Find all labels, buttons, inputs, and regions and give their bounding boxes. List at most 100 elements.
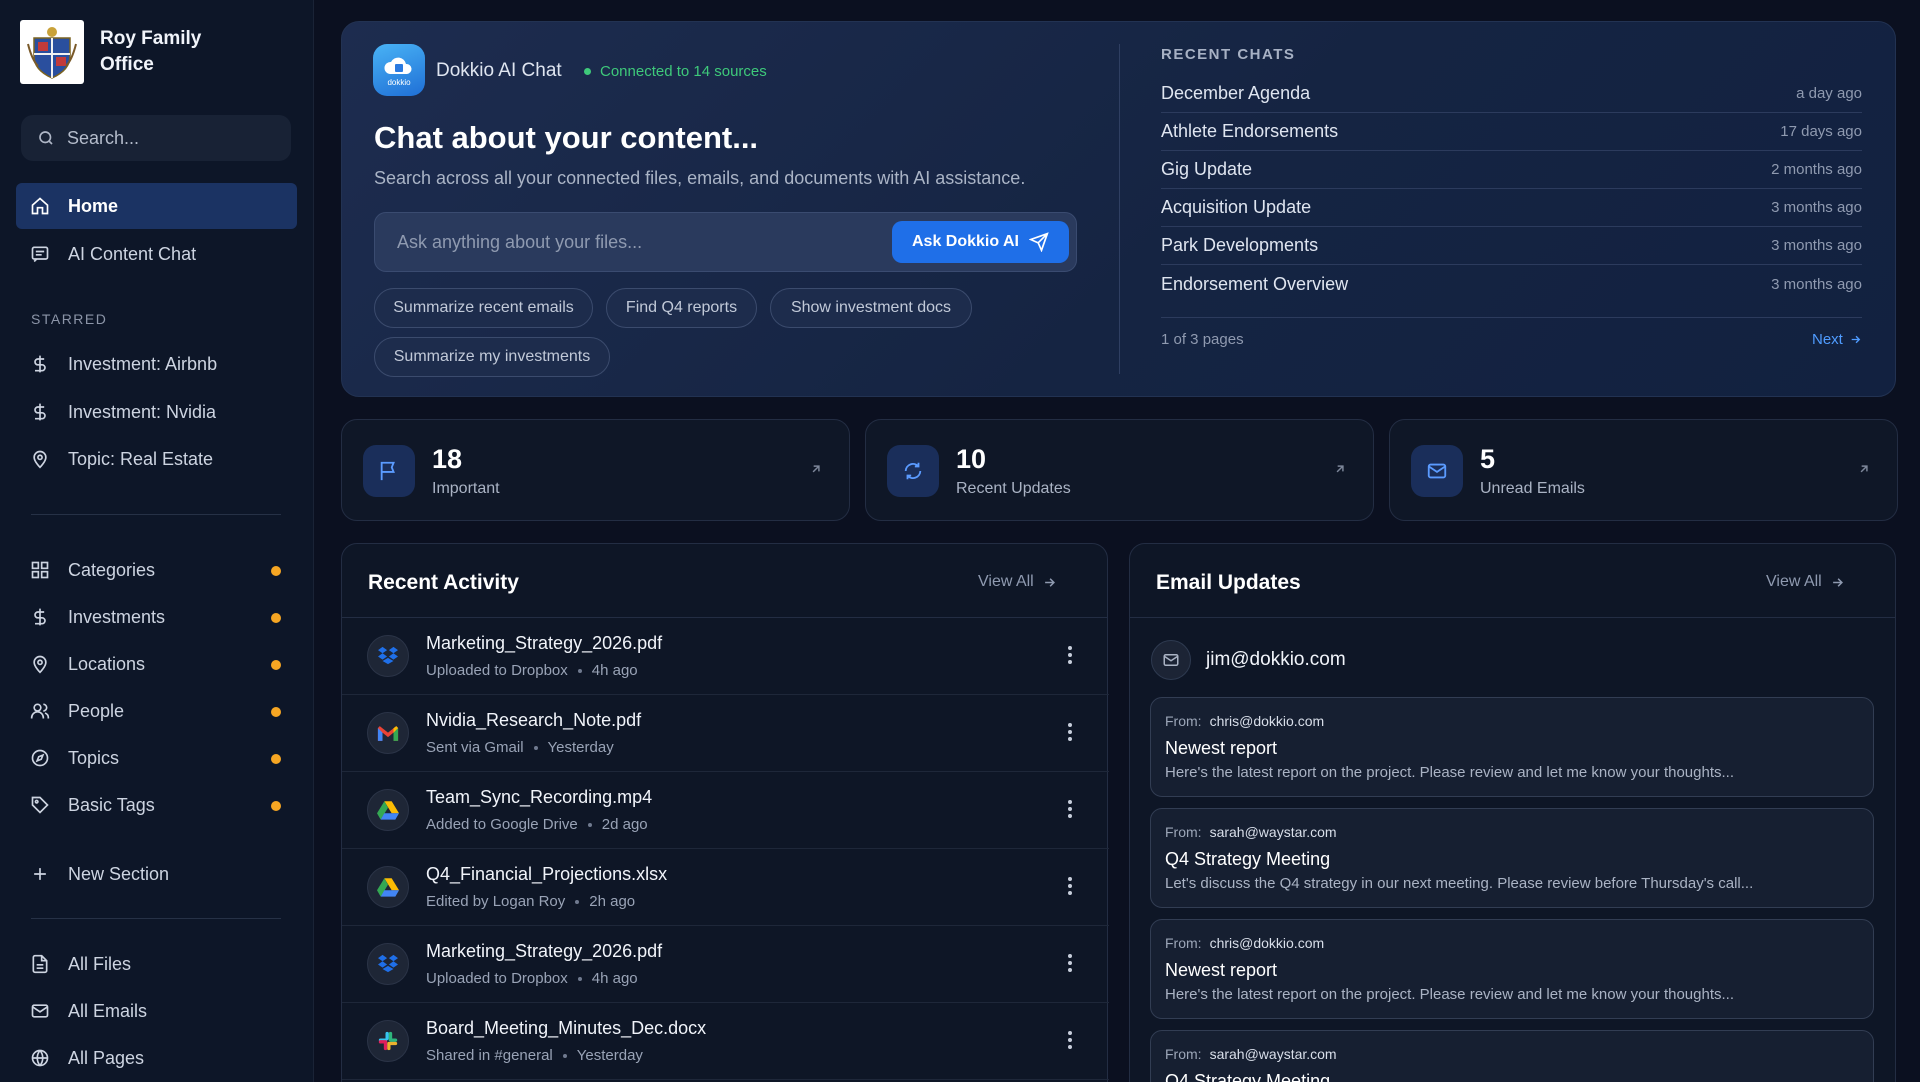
email-card[interactable]: From: chris@dokkio.com Newest report Here…: [1150, 919, 1874, 1019]
activity-row[interactable]: Nvidia_Research_Note.pdf Sent via Gmail Y…: [342, 695, 1109, 772]
file-meta: Uploaded to Dropbox 4h ago: [426, 662, 638, 679]
stat-card-unread-emails[interactable]: 5 Unread Emails: [1389, 419, 1898, 521]
nav-item-home[interactable]: Home: [16, 183, 297, 229]
ask-input[interactable]: [375, 213, 895, 271]
starred-section-label: STARRED: [31, 311, 108, 327]
suggestion-chip[interactable]: Find Q4 reports: [606, 288, 757, 328]
file-meta: Uploaded to Dropbox 4h ago: [426, 970, 638, 987]
email-card[interactable]: From: sarah@waystar.com Q4 Strategy Meeti…: [1150, 808, 1874, 908]
sidebar-item-locations[interactable]: Locations: [16, 641, 297, 687]
suggestion-chip[interactable]: Summarize recent emails: [374, 288, 593, 328]
ask-dokkio-button[interactable]: Ask Dokkio AI: [892, 221, 1069, 263]
meta-separator: [562, 1054, 567, 1059]
email-card[interactable]: From: chris@dokkio.com Newest report Here…: [1150, 697, 1874, 797]
file-meta: Edited by Logan Roy 2h ago: [426, 893, 635, 910]
sidebar-item-all-pages[interactable]: All Pages: [16, 1035, 297, 1081]
status-dot: [584, 68, 591, 75]
email-subject: Q4 Strategy Meeting: [1165, 1071, 1331, 1082]
activity-row[interactable]: Team_Sync_Recording.mp4 Added to Google …: [342, 772, 1109, 849]
email-subject: Q4 Strategy Meeting: [1165, 849, 1331, 869]
mail-icon: [30, 1001, 50, 1021]
brand[interactable]: Roy Family Office: [20, 20, 220, 84]
starred-item-nvidia[interactable]: Investment: Nvidia: [16, 389, 297, 435]
stat-card-recent-updates[interactable]: 10 Recent Updates: [865, 419, 1374, 521]
email-card[interactable]: From: sarah@waystar.com Q4 Strategy Meeti…: [1150, 1030, 1874, 1082]
view-all-activity-link[interactable]: View All: [978, 573, 1057, 591]
send-icon: [1029, 232, 1049, 252]
more-vertical-icon[interactable]: [1067, 722, 1073, 742]
activity-row[interactable]: Marketing_Strategy_2026.pdf Uploaded to …: [342, 926, 1109, 1003]
file-name: Team_Sync_Recording.mp4: [426, 787, 653, 807]
hero-subheading: Search across all your connected files, …: [374, 168, 1026, 188]
slack-icon: [367, 1020, 409, 1062]
starred-item-airbnb[interactable]: Investment: Airbnb: [16, 341, 297, 387]
more-vertical-icon[interactable]: [1067, 799, 1073, 819]
meta-separator: [577, 669, 582, 674]
nav-item-label: Home: [68, 195, 119, 216]
recent-chats-divider: [1161, 317, 1862, 318]
panel-title: Recent Activity: [368, 571, 519, 594]
compass-icon: [30, 748, 50, 768]
recent-chat-item[interactable]: Acquisition Update 3 months ago: [1161, 189, 1862, 227]
nav-item-ai-content-chat[interactable]: AI Content Chat: [16, 231, 297, 277]
file-name: Q4_Financial_Projections.xlsx: [426, 864, 668, 884]
more-vertical-icon[interactable]: [1067, 1030, 1073, 1050]
more-vertical-icon[interactable]: [1067, 645, 1073, 665]
sidebar-item-topics[interactable]: Topics: [16, 735, 297, 781]
chat-time: 3 months ago: [1771, 199, 1862, 216]
view-all-label: View All: [1766, 573, 1822, 590]
sidebar-item-investments[interactable]: Investments: [16, 594, 297, 640]
sidebar-item-label: All Emails: [68, 1000, 148, 1021]
status-dot: [271, 660, 281, 670]
recent-chat-item[interactable]: Athlete Endorsements 17 days ago: [1161, 113, 1862, 151]
sidebar-item-all-files[interactable]: All Files: [16, 941, 297, 987]
more-vertical-icon[interactable]: [1067, 876, 1073, 896]
recent-chat-item[interactable]: Park Developments 3 months ago: [1161, 227, 1862, 265]
new-section-button[interactable]: New Section: [16, 851, 297, 897]
chat-title: Acquisition Update: [1161, 197, 1312, 217]
email-account[interactable]: jim@dokkio.com: [1151, 640, 1346, 680]
file-source: Added to Google Drive: [426, 816, 578, 833]
next-page-link[interactable]: Next: [1812, 331, 1862, 348]
flag-icon: [363, 445, 415, 497]
recent-chat-item[interactable]: December Agenda a day ago: [1161, 75, 1862, 113]
sidebar-item-label: People: [68, 700, 125, 721]
dollar-icon: [30, 402, 50, 422]
from-label: From:: [1165, 824, 1202, 840]
sidebar-item-categories[interactable]: Categories: [16, 547, 297, 593]
stat-value: 5: [1480, 444, 1496, 474]
connection-status-text: Connected to 14 sources: [600, 63, 767, 80]
from-address: sarah@waystar.com: [1209, 824, 1337, 840]
file-meta: Shared in #general Yesterday: [426, 1047, 643, 1064]
search-icon: [39, 131, 53, 145]
sidebar-item-label: Categories: [68, 559, 156, 580]
starred-item-label: Investment: Airbnb: [68, 353, 218, 374]
activity-row[interactable]: Marketing_Strategy_2026.pdf Uploaded to …: [342, 618, 1109, 695]
google-drive-icon: [367, 866, 409, 908]
stat-card-important[interactable]: 18 Important: [341, 419, 850, 521]
view-all-emails-link[interactable]: View All: [1766, 573, 1845, 591]
search-input[interactable]: Search...: [21, 115, 291, 161]
dokkio-logo-text: dokkio: [387, 78, 411, 87]
recent-chat-item[interactable]: Gig Update 2 months ago: [1161, 151, 1862, 189]
sidebar-item-people[interactable]: People: [16, 688, 297, 734]
starred-item-real-estate[interactable]: Topic: Real Estate: [16, 436, 297, 482]
recent-chat-item[interactable]: Endorsement Overview 3 months ago: [1161, 265, 1862, 303]
file-time: 2d ago: [601, 816, 648, 833]
activity-row[interactable]: Board_Meeting_Minutes_Dec.docx Shared in…: [342, 1003, 1109, 1080]
home-icon: [30, 196, 50, 216]
chat-time: 2 months ago: [1771, 161, 1862, 178]
from-address: chris@dokkio.com: [1209, 935, 1325, 951]
file-time: 4h ago: [591, 970, 638, 987]
sidebar-item-all-emails[interactable]: All Emails: [16, 988, 297, 1034]
suggestion-chip[interactable]: Show investment docs: [770, 288, 972, 328]
sidebar-item-basic-tags[interactable]: Basic Tags: [16, 782, 297, 828]
from-address: sarah@waystar.com: [1209, 1046, 1337, 1062]
more-vertical-icon[interactable]: [1067, 953, 1073, 973]
from-address: chris@dokkio.com: [1209, 713, 1325, 729]
activity-row[interactable]: Q4_Financial_Projections.xlsx Edited by …: [342, 849, 1109, 926]
suggestion-chip[interactable]: Summarize my investments: [374, 337, 610, 377]
meta-separator: [587, 823, 592, 828]
sidebar-item-label: Locations: [68, 653, 146, 674]
file-name: Marketing_Strategy_2026.pdf: [426, 633, 663, 653]
